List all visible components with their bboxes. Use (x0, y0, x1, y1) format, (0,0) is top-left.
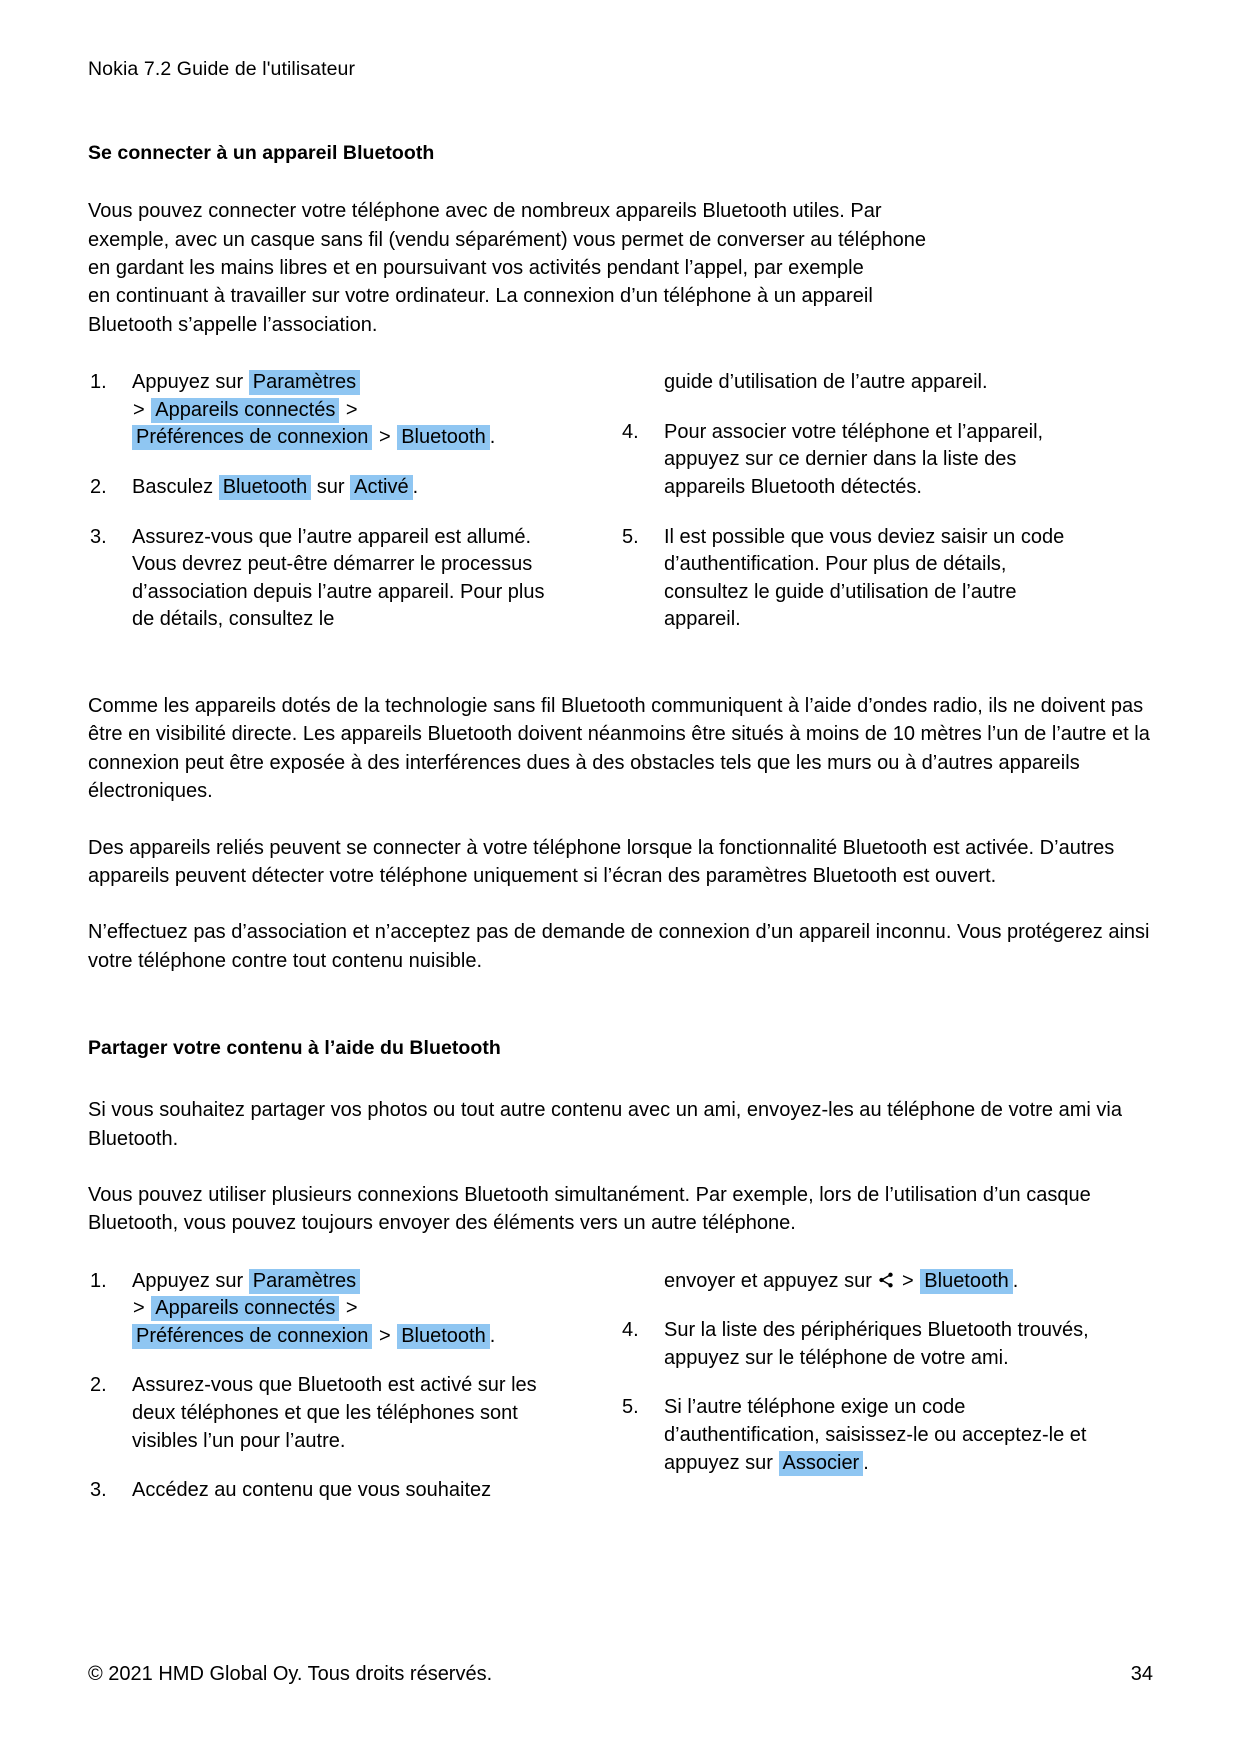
step-text: Pour associer votre téléphone et l’appar… (664, 420, 1044, 499)
ui-path-preferences-de-connexion[interactable]: Préférences de connexion (132, 425, 373, 451)
section2-step-list-right: envoyer et appuyez sur > Bluetooth. 4. Su… (620, 1268, 1090, 1478)
step-text: guide d’utilisation de l’autre appareil. (664, 371, 988, 394)
sentence-end: . (1012, 1269, 1019, 1292)
list-item: 2. Assurez-vous que Bluetooth est activé … (88, 1372, 558, 1455)
sentence-end: . (863, 1451, 869, 1474)
section1-steps-right-column: guide d’utilisation de l’autre appareil.… (620, 369, 1090, 634)
path-separator: > (133, 1297, 145, 1320)
sentence-end: . (489, 1324, 496, 1347)
list-item: 5. Si l’autre téléphone exige un code d’a… (620, 1394, 1090, 1477)
list-item-continuation: envoyer et appuyez sur > Bluetooth. (620, 1268, 1090, 1296)
section2-step-list-left: 1. Appuyez sur Paramètres > Appareils con… (88, 1268, 558, 1505)
intro-line: Bluetooth s’appelle l’association. (88, 313, 378, 336)
list-item-number: 1. (90, 1269, 107, 1292)
list-item-number: 2. (90, 1374, 107, 1397)
intro-line: Vous pouvez connecter votre téléphone av… (88, 200, 882, 223)
section2-steps-left-column: 1. Appuyez sur Paramètres > Appareils con… (88, 1268, 558, 1505)
sentence-end: . (412, 476, 419, 499)
list-item-number: 5. (622, 525, 639, 548)
step-text: Basculez (132, 476, 214, 499)
section-heading-share-bluetooth: Partager votre contenu à l’aide du Bluet… (88, 1037, 501, 1060)
step-text: Assurez-vous que l’autre appareil est al… (132, 525, 545, 631)
page-footer: © 2021 HMD Global Oy. Tous droits réserv… (88, 1663, 1153, 1686)
list-item: 3. Accédez au contenu que vous souhaitez (88, 1477, 558, 1505)
path-separator: > (378, 1324, 391, 1347)
path-separator: > (133, 398, 145, 421)
section1-step-list-right: guide d’utilisation de l’autre appareil.… (620, 369, 1090, 634)
page-number: 34 (1130, 1663, 1153, 1685)
list-item: 1. Appuyez sur Paramètres > Appareils con… (88, 1268, 558, 1351)
section1-paragraph-2: Des appareils reliés peuvent se connecte… (88, 836, 1115, 887)
section1-paragraph-1: Comme les appareils dotés de la technolo… (88, 695, 1150, 803)
ui-path-bluetooth[interactable]: Bluetooth (920, 1268, 1013, 1294)
list-item-number: 3. (90, 1479, 107, 1502)
ui-path-bluetooth[interactable]: Bluetooth (397, 425, 490, 451)
footer-copyright: © 2021 HMD Global Oy. Tous droits réserv… (88, 1663, 493, 1685)
step-text: Appuyez sur (132, 371, 244, 394)
step-text: envoyer et appuyez sur (664, 1269, 872, 1292)
list-item-number: 4. (622, 1319, 639, 1342)
path-separator: > (345, 398, 358, 421)
list-item-number: 1. (90, 371, 107, 394)
step-text: Accédez au contenu que vous souhaitez (132, 1479, 492, 1502)
step-text: sur (316, 476, 345, 499)
step-text: Sur la liste des périphériques Bluetooth… (664, 1319, 1089, 1369)
path-separator: > (902, 1269, 914, 1292)
section2-paragraph-1: Si vous souhaitez partager vos photos ou… (88, 1099, 1122, 1150)
ui-path-bluetooth[interactable]: Bluetooth (397, 1323, 490, 1349)
intro-line: en gardant les mains libres et en poursu… (88, 257, 864, 280)
step-text: Il est possible que vous deviez saisir u… (664, 525, 1065, 631)
list-item: 4. Sur la liste des périphériques Bluetoo… (620, 1317, 1090, 1372)
sentence-end: . (489, 426, 496, 449)
step-text: Appuyez sur (132, 1269, 244, 1292)
running-head: Nokia 7.2 Guide de l'utilisateur (88, 58, 356, 80)
section1-steps-columns: 1. Appuyez sur Paramètres > Appareils con… (88, 369, 1153, 634)
path-separator: > (345, 1297, 358, 1320)
list-item-continuation: guide d’utilisation de l’autre appareil. (620, 369, 1090, 397)
document-page: Nokia 7.2 Guide de l'utilisateur Se conn… (0, 0, 1241, 1754)
step-text: Si l’autre téléphone exige un code d’aut… (664, 1396, 1087, 1474)
share-icon (877, 1270, 895, 1288)
section1-intro-paragraph: Vous pouvez connecter votre téléphone av… (88, 197, 1153, 339)
section1-step-list-left: 1. Appuyez sur Paramètres > Appareils con… (88, 369, 558, 634)
section1-steps-left-column: 1. Appuyez sur Paramètres > Appareils con… (88, 369, 558, 634)
ui-path-preferences-de-connexion[interactable]: Préférences de connexion (132, 1323, 373, 1349)
intro-line: exemple, avec un casque sans fil (vendu … (88, 228, 927, 251)
list-item-number: 4. (622, 420, 639, 443)
section2-steps-right-column: envoyer et appuyez sur > Bluetooth. 4. Su… (620, 1268, 1090, 1505)
list-item: 5. Il est possible que vous deviez saisir… (620, 524, 1090, 634)
ui-path-parametres[interactable]: Paramètres (248, 370, 361, 396)
intro-line: en continuant à travailler sur votre ord… (88, 285, 873, 308)
ui-button-associer[interactable]: Associer (778, 1450, 864, 1476)
list-item: 3. Assurez-vous que l’autre appareil est … (88, 524, 558, 634)
step-text: Assurez-vous que Bluetooth est activé su… (132, 1374, 537, 1452)
list-item-number: 3. (90, 525, 107, 548)
list-item-number: 5. (622, 1396, 639, 1419)
ui-path-appareils-connectes[interactable]: Appareils connectés (151, 1296, 340, 1322)
ui-toggle-bluetooth[interactable]: Bluetooth (218, 475, 312, 501)
ui-value-active[interactable]: Activé (350, 475, 413, 501)
list-item: 2. Basculez Bluetooth sur Activé. (88, 474, 558, 502)
ui-path-parametres[interactable]: Paramètres (248, 1268, 361, 1294)
list-item: 4. Pour associer votre téléphone et l’app… (620, 419, 1090, 502)
ui-path-appareils-connectes[interactable]: Appareils connectés (151, 397, 340, 423)
list-item-number: 2. (90, 476, 107, 499)
section-heading-connect-bluetooth: Se connecter à un appareil Bluetooth (88, 142, 435, 165)
list-item: 1. Appuyez sur Paramètres > Appareils con… (88, 369, 558, 452)
path-separator: > (378, 426, 391, 449)
section1-paragraph-3: N’effectuez pas d’association et n’accep… (88, 921, 1150, 972)
section2-steps-columns: 1. Appuyez sur Paramètres > Appareils con… (88, 1268, 1153, 1505)
section2-paragraph-2: Vous pouvez utiliser plusieurs connexion… (88, 1183, 1091, 1235)
